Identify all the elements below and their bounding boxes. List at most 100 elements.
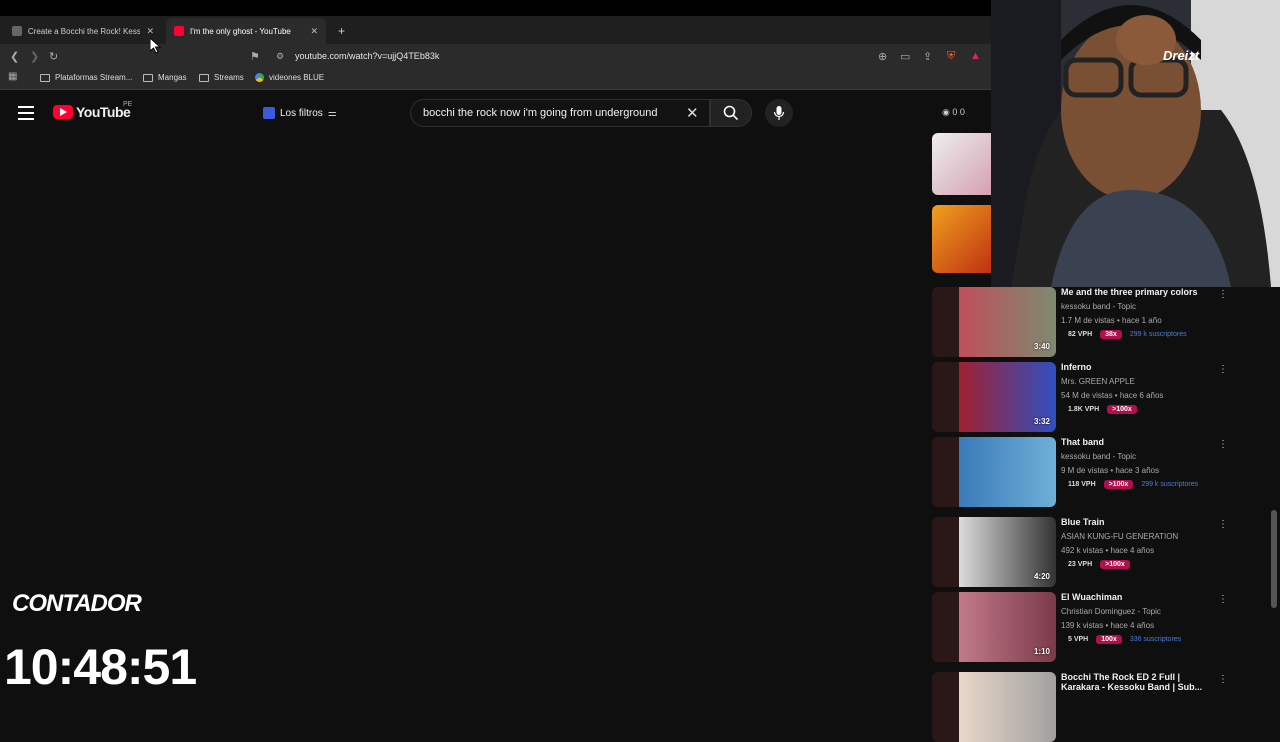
- scrollbar-thumb[interactable]: [1271, 510, 1277, 608]
- search-icon: [723, 105, 739, 121]
- webcam-name-text: Dreizt: [1163, 48, 1200, 63]
- video-thumbnail[interactable]: 1:10: [932, 592, 1056, 662]
- video-metadata: 1.7 M de vistas • hace 1 año: [1061, 316, 1162, 325]
- vph-value: 5 VPH: [1068, 636, 1089, 643]
- bookmark-label: Plataformas Stream...: [55, 73, 133, 82]
- subscriber-count: 299 k suscriptores: [1141, 481, 1199, 488]
- video-stats: 82 VPH 38x 299 k suscriptores: [1068, 330, 1187, 339]
- tab-youtube-active[interactable]: I'm the only ghost - YouTube ✕: [166, 18, 326, 44]
- more-options-icon[interactable]: ⋮: [1218, 439, 1228, 450]
- brave-shield-icon[interactable]: ⛨: [947, 50, 955, 63]
- video-title[interactable]: Blue Train: [1061, 517, 1221, 527]
- bookmark-label: Streams: [214, 73, 244, 82]
- clear-search-icon[interactable]: ✕: [686, 104, 699, 122]
- filters-button[interactable]: Los filtros ⚌: [263, 104, 337, 122]
- bookmark-videones[interactable]: videones BLUE: [255, 73, 324, 82]
- folder-icon: [143, 73, 153, 82]
- video-channel[interactable]: Christian Dominguez - Topic: [1061, 607, 1161, 616]
- more-options-icon[interactable]: ⋮: [1218, 594, 1228, 605]
- page-favicon-icon: [12, 26, 22, 36]
- video-channel[interactable]: kessoku band - Topic: [1061, 302, 1136, 311]
- video-channel[interactable]: kessoku band - Topic: [1061, 452, 1136, 461]
- video-thumbnail[interactable]: [932, 672, 1056, 742]
- tab-strip: Create a Bocchi the Rock! Kessok ✕ I'm t…: [0, 16, 991, 44]
- webcam-image: [991, 0, 1280, 287]
- address-bar[interactable]: youtube.com/watch?v=ujjQ4TEb83k: [270, 47, 870, 65]
- youtube-play-icon: [53, 105, 73, 119]
- rewards-icon[interactable]: ▲: [970, 50, 981, 62]
- video-thumbnail[interactable]: 4:20: [932, 517, 1056, 587]
- close-tab-icon[interactable]: ✕: [146, 26, 154, 37]
- subscriber-count: 299 k suscriptores: [1129, 331, 1187, 338]
- bookmark-streams[interactable]: Streams: [199, 73, 244, 82]
- voice-search-button[interactable]: [765, 99, 793, 127]
- menu-icon[interactable]: [18, 106, 34, 120]
- microphone-icon: [773, 106, 785, 120]
- tab-bocchi-create[interactable]: Create a Bocchi the Rock! Kessok ✕: [4, 18, 162, 44]
- video-title[interactable]: Me and the three primary colors: [1061, 287, 1221, 297]
- new-tab-button[interactable]: +: [330, 18, 352, 44]
- subscriber-count: 336 suscriptores: [1129, 636, 1182, 643]
- video-thumbnail[interactable]: [932, 133, 991, 195]
- folder-icon: [199, 73, 209, 82]
- bookmark-plataformas[interactable]: Plataformas Stream...: [40, 73, 132, 82]
- tab-label: Create a Bocchi the Rock! Kessok: [27, 26, 141, 36]
- video-metadata: 9 M de vistas • hace 3 años: [1061, 466, 1159, 475]
- video-duration: 1:10: [1033, 647, 1050, 656]
- mouse-cursor-icon: [150, 38, 162, 54]
- video-duration: 4:20: [1033, 572, 1050, 581]
- youtube-favicon-icon: [174, 26, 184, 36]
- video-thumbnail[interactable]: 3:40: [932, 287, 1056, 357]
- video-thumbnail[interactable]: [932, 205, 991, 273]
- more-options-icon[interactable]: ⋮: [1218, 364, 1228, 375]
- share-icon[interactable]: ⇪: [923, 50, 932, 63]
- filter-extension-icon: [263, 107, 275, 119]
- close-tab-icon[interactable]: ✕: [310, 26, 318, 37]
- folder-icon: [40, 73, 50, 82]
- region-code: PE: [123, 101, 133, 108]
- video-title[interactable]: Inferno: [1061, 362, 1221, 372]
- video-thumbnail[interactable]: 3:32: [932, 362, 1056, 432]
- filters-label: Los filtros: [280, 107, 323, 119]
- bookmark-label: Mangas: [158, 73, 187, 82]
- video-channel[interactable]: ASIAN KUNG-FU GENERATION: [1061, 532, 1178, 541]
- video-stats: 118 VPH >100x 299 k suscriptores: [1068, 480, 1198, 489]
- vph-value: 82 VPH: [1068, 331, 1093, 338]
- zoom-icon[interactable]: ⊕: [878, 50, 887, 63]
- video-thumbnail[interactable]: [932, 437, 1056, 507]
- stream-timer: 10:48:51: [4, 639, 197, 695]
- bookmark-icon[interactable]: ⚑: [250, 50, 260, 63]
- ratio-badge: >100x: [1107, 405, 1137, 414]
- forward-icon[interactable]: ❯: [30, 50, 39, 63]
- video-title[interactable]: Bocchi The Rock ED 2 Full | Karakara - K…: [1061, 672, 1221, 692]
- cast-icon[interactable]: ▭: [900, 50, 910, 63]
- sliders-icon: ⚌: [327, 107, 337, 119]
- more-options-icon[interactable]: ⋮: [1218, 519, 1228, 530]
- url-text: youtube.com/watch?v=ujjQ4TEb83k: [295, 51, 440, 61]
- video-channel[interactable]: Mrs. GREEN APPLE: [1061, 377, 1135, 386]
- search-query: bocchi the rock now i'm going from under…: [423, 107, 658, 119]
- more-options-icon[interactable]: ⋮: [1218, 289, 1228, 300]
- video-metadata: 139 k vistas • hace 4 años: [1061, 621, 1155, 630]
- more-options-icon[interactable]: ⋮: [1218, 674, 1228, 685]
- tab-label: I'm the only ghost - YouTube: [190, 26, 291, 36]
- reload-icon[interactable]: ↻: [49, 50, 58, 63]
- bookmark-label: videones BLUE: [269, 73, 325, 82]
- video-metadata: 492 k vistas • hace 4 años: [1061, 546, 1155, 555]
- video-duration: 3:32: [1033, 417, 1050, 426]
- search-input[interactable]: bocchi the rock now i'm going from under…: [410, 99, 710, 127]
- video-title[interactable]: El Wuachiman: [1061, 592, 1221, 602]
- video-title[interactable]: That band: [1061, 437, 1221, 447]
- youtube-logo[interactable]: YouTube: [53, 104, 131, 120]
- video-stats: 23 VPH >100x: [1068, 560, 1130, 569]
- extension-counters: ◉ 0 0: [942, 107, 965, 118]
- webcam-feed: Dreizt: [991, 0, 1280, 287]
- bookmark-mangas[interactable]: Mangas: [143, 73, 186, 82]
- search-button[interactable]: [710, 99, 752, 127]
- counter-label: CONTADOR: [12, 590, 142, 617]
- drive-icon: [255, 73, 264, 82]
- vph-value: 118 VPH: [1068, 481, 1096, 488]
- vph-value: 23 VPH: [1068, 561, 1093, 568]
- back-icon[interactable]: ❮: [10, 50, 19, 63]
- apps-grid-icon[interactable]: ▦: [8, 71, 17, 82]
